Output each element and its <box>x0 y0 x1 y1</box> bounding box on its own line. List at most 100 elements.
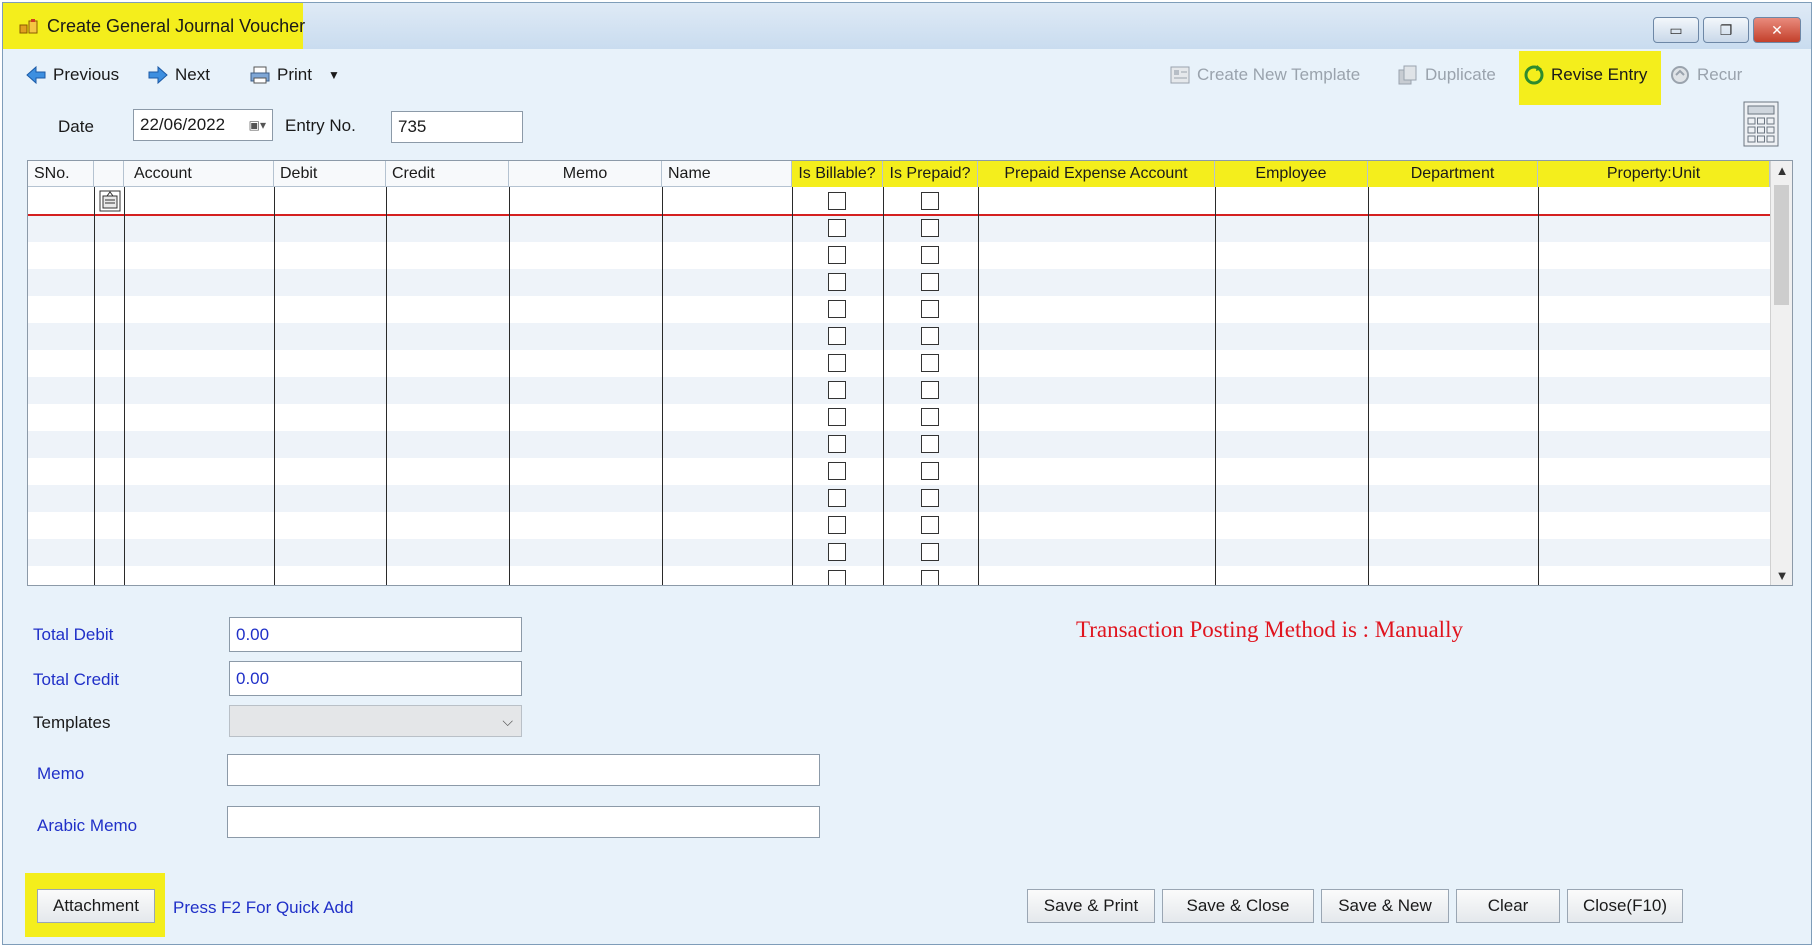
is-prepaid-checkbox[interactable] <box>921 273 939 291</box>
attachment-button[interactable]: Attachment <box>37 889 155 923</box>
col-header-credit[interactable]: Credit <box>386 161 509 187</box>
table-row[interactable] <box>28 188 1770 215</box>
is-prepaid-checkbox[interactable] <box>921 219 939 237</box>
recur-label: Recur <box>1697 65 1743 84</box>
is-billable-checkbox[interactable] <box>828 192 846 210</box>
is-billable-checkbox[interactable] <box>828 300 846 318</box>
is-billable-checkbox[interactable] <box>828 543 846 561</box>
scroll-up-icon[interactable]: ▲ <box>1771 163 1792 178</box>
is-billable-checkbox[interactable] <box>828 516 846 534</box>
table-row[interactable] <box>28 377 1770 404</box>
window-title: Create General Journal Voucher <box>47 16 306 36</box>
save-close-button[interactable]: Save & Close <box>1162 889 1314 923</box>
grid-vertical-scrollbar[interactable]: ▲ ▼ <box>1770 161 1792 585</box>
is-prepaid-checkbox[interactable] <box>921 489 939 507</box>
recur-icon <box>1671 66 1689 84</box>
revise-entry-button[interactable]: Revise Entry <box>1523 61 1647 89</box>
col-header-account[interactable]: Account <box>124 161 274 187</box>
table-row[interactable] <box>28 404 1770 431</box>
is-billable-checkbox[interactable] <box>828 408 846 426</box>
is-billable-checkbox[interactable] <box>828 462 846 480</box>
close-window-button[interactable]: ✕ <box>1753 17 1801 43</box>
is-prepaid-checkbox[interactable] <box>921 327 939 345</box>
is-billable-checkbox[interactable] <box>828 570 846 585</box>
total-credit-field[interactable]: 0.00 <box>229 661 522 696</box>
table-row[interactable] <box>28 458 1770 485</box>
is-prepaid-checkbox[interactable] <box>921 435 939 453</box>
col-divider <box>509 187 510 585</box>
table-row[interactable] <box>28 350 1770 377</box>
print-button[interactable]: Print ▼ <box>249 61 340 89</box>
col-divider <box>1215 187 1216 585</box>
table-row[interactable] <box>28 431 1770 458</box>
total-debit-label: Total Debit <box>33 625 114 644</box>
is-prepaid-checkbox[interactable] <box>921 543 939 561</box>
chevron-down-icon[interactable]: ▼ <box>328 68 340 82</box>
recur-button[interactable]: Recur <box>1669 61 1742 89</box>
table-row[interactable] <box>28 512 1770 539</box>
col-header-memo[interactable]: Memo <box>509 161 662 187</box>
col-header-property-unit[interactable]: Property:Unit <box>1538 161 1770 187</box>
save-print-button[interactable]: Save & Print <box>1027 889 1155 923</box>
is-billable-checkbox[interactable] <box>828 246 846 264</box>
table-row[interactable] <box>28 539 1770 566</box>
templates-select[interactable]: ⌵ <box>229 705 522 737</box>
clear-button[interactable]: Clear <box>1456 889 1560 923</box>
duplicate-button[interactable]: Duplicate <box>1397 61 1496 89</box>
is-prepaid-checkbox[interactable] <box>921 516 939 534</box>
date-field[interactable]: 22/06/2022 ▣▾ <box>133 109 273 141</box>
memo-field[interactable] <box>227 754 820 786</box>
is-billable-checkbox[interactable] <box>828 435 846 453</box>
is-prepaid-checkbox[interactable] <box>921 408 939 426</box>
col-header-prepaid-expense-account[interactable]: Prepaid Expense Account <box>978 161 1215 187</box>
calendar-dropdown-icon[interactable]: ▣▾ <box>249 110 266 140</box>
table-row[interactable] <box>28 215 1770 242</box>
maximize-button[interactable]: ❐ <box>1703 17 1749 43</box>
col-divider <box>792 187 793 585</box>
table-row[interactable] <box>28 566 1770 585</box>
table-row[interactable] <box>28 323 1770 350</box>
is-prepaid-checkbox[interactable] <box>921 300 939 318</box>
table-row[interactable] <box>28 296 1770 323</box>
is-prepaid-checkbox[interactable] <box>921 354 939 372</box>
calculator-icon[interactable] <box>1743 101 1779 147</box>
minimize-button[interactable]: ▭ <box>1653 17 1699 43</box>
printer-icon <box>250 66 270 84</box>
create-new-template-button[interactable]: Create New Template <box>1169 61 1360 89</box>
is-prepaid-checkbox[interactable] <box>921 462 939 480</box>
is-billable-checkbox[interactable] <box>828 219 846 237</box>
col-header-is-billable[interactable]: Is Billable? <box>792 161 883 187</box>
entry-no-field[interactable]: 735 <box>391 111 523 143</box>
is-billable-checkbox[interactable] <box>828 327 846 345</box>
table-row[interactable] <box>28 269 1770 296</box>
journal-grid[interactable]: SNo. Account Debit Credit Memo Name Is B… <box>27 160 1793 586</box>
arabic-memo-field[interactable] <box>227 806 820 838</box>
date-value: 22/06/2022 <box>140 115 226 134</box>
col-header-name[interactable]: Name <box>662 161 792 187</box>
previous-button[interactable]: Previous <box>25 61 119 89</box>
is-prepaid-checkbox[interactable] <box>921 246 939 264</box>
col-divider <box>883 187 884 585</box>
account-lookup-icon[interactable] <box>99 190 121 212</box>
col-header-sno[interactable]: SNo. <box>28 161 94 187</box>
col-header-debit[interactable]: Debit <box>274 161 386 187</box>
scroll-down-icon[interactable]: ▼ <box>1771 568 1792 583</box>
close-button[interactable]: Close(F10) <box>1567 889 1683 923</box>
col-header-department[interactable]: Department <box>1368 161 1538 187</box>
print-label: Print <box>277 65 312 84</box>
is-prepaid-checkbox[interactable] <box>921 192 939 210</box>
total-debit-field[interactable]: 0.00 <box>229 617 522 652</box>
is-prepaid-checkbox[interactable] <box>921 570 939 585</box>
is-prepaid-checkbox[interactable] <box>921 381 939 399</box>
is-billable-checkbox[interactable] <box>828 273 846 291</box>
is-billable-checkbox[interactable] <box>828 381 846 399</box>
table-row[interactable] <box>28 485 1770 512</box>
is-billable-checkbox[interactable] <box>828 354 846 372</box>
save-new-button[interactable]: Save & New <box>1321 889 1449 923</box>
next-button[interactable]: Next <box>147 61 210 89</box>
col-header-is-prepaid[interactable]: Is Prepaid? <box>883 161 978 187</box>
is-billable-checkbox[interactable] <box>828 489 846 507</box>
scrollbar-thumb[interactable] <box>1774 185 1789 305</box>
table-row[interactable] <box>28 242 1770 269</box>
col-header-employee[interactable]: Employee <box>1215 161 1368 187</box>
